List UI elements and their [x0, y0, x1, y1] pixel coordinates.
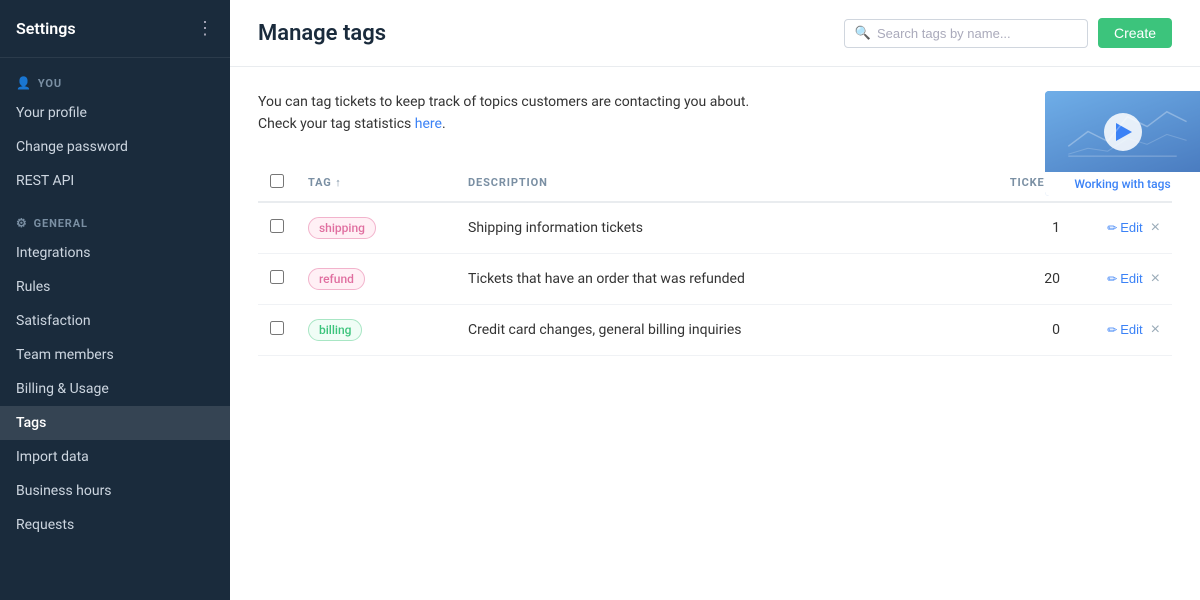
actions-cell-refund: ✏ Edit ×: [1072, 253, 1172, 304]
delete-button-refund[interactable]: ×: [1151, 271, 1160, 287]
sidebar-header: Settings ⋮: [0, 0, 230, 58]
col-tag-header[interactable]: TAG ↑: [296, 164, 456, 202]
sidebar-item-billing-usage[interactable]: Billing & Usage: [0, 372, 230, 406]
actions-cell-shipping: ✏ Edit ×: [1072, 202, 1172, 254]
row-checkbox-shipping[interactable]: [270, 219, 284, 233]
sidebar-general-section: ⚙ GENERAL Integrations Rules Satisfactio…: [0, 198, 230, 542]
table-header-row: TAG ↑ DESCRIPTION TICKETS: [258, 164, 1172, 202]
chart-decoration: [1051, 97, 1194, 166]
user-icon: 👤: [16, 76, 32, 90]
pencil-icon: ✏: [1107, 272, 1117, 286]
sidebar-title: Settings: [16, 19, 76, 38]
sidebar-item-rules[interactable]: Rules: [0, 270, 230, 304]
row-checkbox-cell: [258, 304, 296, 355]
create-tag-button[interactable]: Create: [1098, 18, 1172, 48]
sidebar-section-general: ⚙ GENERAL: [0, 198, 230, 236]
tag-badge-refund: refund: [308, 268, 365, 290]
tags-table: TAG ↑ DESCRIPTION TICKETS shipping Shipp…: [258, 164, 1172, 356]
sidebar-item-requests[interactable]: Requests: [0, 508, 230, 542]
tickets-cell-shipping: 1: [972, 202, 1072, 254]
edit-button-refund[interactable]: ✏ Edit: [1107, 271, 1142, 286]
row-checkbox-cell: [258, 253, 296, 304]
tag-cell-billing: billing: [296, 304, 456, 355]
description-cell-billing: Credit card changes, general billing inq…: [456, 304, 972, 355]
video-label: Working with tags: [1045, 172, 1200, 196]
tag-cell-refund: refund: [296, 253, 456, 304]
main-area: Manage tags 🔍 Create You can tag tickets…: [230, 0, 1200, 600]
pencil-icon: ✏: [1107, 323, 1117, 337]
content-area: You can tag tickets to keep track of top…: [230, 67, 1200, 600]
main-header: Manage tags 🔍 Create: [230, 0, 1200, 67]
tag-badge-shipping: shipping: [308, 217, 376, 239]
tag-table-body: shipping Shipping information tickets 1 …: [258, 202, 1172, 356]
col-checkbox: [258, 164, 296, 202]
row-checkbox-billing[interactable]: [270, 321, 284, 335]
page-title: Manage tags: [258, 21, 386, 46]
gear-icon: ⚙: [16, 216, 28, 230]
sidebar-section-you: 👤 YOU: [0, 58, 230, 96]
search-input[interactable]: [877, 26, 1077, 41]
header-actions: 🔍 Create: [844, 18, 1172, 48]
tag-badge-billing: billing: [308, 319, 362, 341]
sidebar-you-section: 👤 YOU Your profile Change password REST …: [0, 58, 230, 198]
edit-button-billing[interactable]: ✏ Edit: [1107, 322, 1142, 337]
row-checkbox-refund[interactable]: [270, 270, 284, 284]
sidebar-item-import-data[interactable]: Import data: [0, 440, 230, 474]
select-all-checkbox[interactable]: [270, 174, 284, 188]
intro-text: You can tag tickets to keep track of top…: [258, 91, 998, 136]
description-cell-shipping: Shipping information tickets: [456, 202, 972, 254]
table-row: billing Credit card changes, general bil…: [258, 304, 1172, 355]
tickets-cell-billing: 0: [972, 304, 1072, 355]
tag-cell-shipping: shipping: [296, 202, 456, 254]
table-row: refund Tickets that have an order that w…: [258, 253, 1172, 304]
delete-button-shipping[interactable]: ×: [1151, 220, 1160, 236]
sidebar: Settings ⋮ 👤 YOU Your profile Change pas…: [0, 0, 230, 600]
table-row: shipping Shipping information tickets 1 …: [258, 202, 1172, 254]
video-thumbnail[interactable]: Working with tags: [1045, 91, 1200, 196]
edit-button-shipping[interactable]: ✏ Edit: [1107, 220, 1142, 235]
sidebar-item-your-profile[interactable]: Your profile: [0, 96, 230, 130]
sidebar-item-satisfaction[interactable]: Satisfaction: [0, 304, 230, 338]
tickets-cell-refund: 20: [972, 253, 1072, 304]
row-checkbox-cell: [258, 202, 296, 254]
row-actions-billing: ✏ Edit ×: [1084, 322, 1160, 338]
search-box: 🔍: [844, 19, 1088, 48]
row-actions-refund: ✏ Edit ×: [1084, 271, 1160, 287]
row-actions-shipping: ✏ Edit ×: [1084, 220, 1160, 236]
tag-stats-link[interactable]: here: [415, 116, 442, 132]
sidebar-item-change-password[interactable]: Change password: [0, 130, 230, 164]
description-cell-refund: Tickets that have an order that was refu…: [456, 253, 972, 304]
col-description-header: DESCRIPTION: [456, 164, 972, 202]
video-preview-image: [1045, 91, 1200, 172]
sidebar-item-rest-api[interactable]: REST API: [0, 164, 230, 198]
sidebar-item-team-members[interactable]: Team members: [0, 338, 230, 372]
actions-cell-billing: ✏ Edit ×: [1072, 304, 1172, 355]
sidebar-item-integrations[interactable]: Integrations: [0, 236, 230, 270]
pencil-icon: ✏: [1107, 221, 1117, 235]
search-icon: 🔍: [855, 26, 871, 41]
sidebar-more-options[interactable]: ⋮: [196, 18, 214, 39]
sidebar-item-tags[interactable]: Tags: [0, 406, 230, 440]
sidebar-item-business-hours[interactable]: Business hours: [0, 474, 230, 508]
delete-button-billing[interactable]: ×: [1151, 322, 1160, 338]
